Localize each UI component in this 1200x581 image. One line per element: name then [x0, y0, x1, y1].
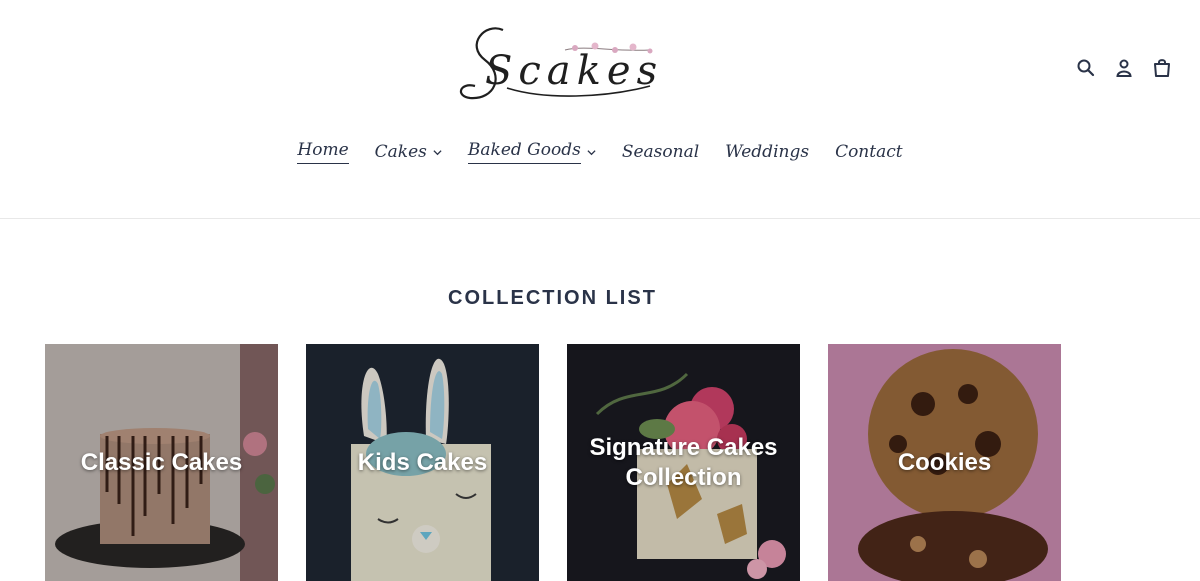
nav-label: Cakes [374, 142, 427, 162]
collection-card-signature-cakes[interactable]: Signature Cakes Collection [567, 344, 800, 581]
nav-label: Home [297, 140, 349, 164]
collection-title: Kids Cakes [357, 448, 488, 476]
nav-item-seasonal[interactable]: Seasonal [622, 140, 699, 168]
nav-item-contact[interactable]: Contact [835, 140, 903, 168]
collection-card-kids-cakes[interactable]: Kids Cakes [306, 344, 539, 581]
cart-icon[interactable] [1152, 58, 1172, 78]
site-header: Scakes Home Cakes Baked Goods Seasonal W… [0, 0, 1200, 219]
nav-item-baked-goods[interactable]: Baked Goods [467, 140, 596, 168]
collection-card-classic-cakes[interactable]: Classic Cakes [45, 344, 278, 581]
nav-label: Baked Goods [467, 140, 581, 164]
account-icon[interactable] [1114, 58, 1134, 78]
nav-item-weddings[interactable]: Weddings [725, 140, 809, 168]
chevron-down-icon [433, 149, 442, 155]
nav-item-cakes[interactable]: Cakes [375, 140, 442, 168]
collection-card-cookies[interactable]: Cookies [828, 344, 1061, 581]
nav-item-home[interactable]: Home [297, 140, 349, 168]
chevron-down-icon [587, 149, 596, 155]
section-title: COLLECTION LIST [448, 286, 657, 309]
main-navigation: Home Cakes Baked Goods Seasonal Weddings… [0, 140, 1200, 168]
nav-label: Seasonal [621, 142, 700, 162]
header-icons [1076, 58, 1172, 78]
logo-wordmark: Scakes [485, 48, 664, 94]
collection-title: Classic Cakes [80, 448, 243, 476]
nav-label: Weddings [725, 142, 810, 162]
collection-grid: Classic Cakes Kids Cakes Signature Cakes… [45, 344, 1061, 581]
collection-title: Cookies [897, 448, 992, 476]
nav-label: Contact [835, 142, 903, 162]
collection-title: Signature Cakes Collection [589, 433, 778, 491]
brand-logo[interactable]: Scakes [455, 20, 660, 110]
search-icon[interactable] [1076, 58, 1096, 78]
